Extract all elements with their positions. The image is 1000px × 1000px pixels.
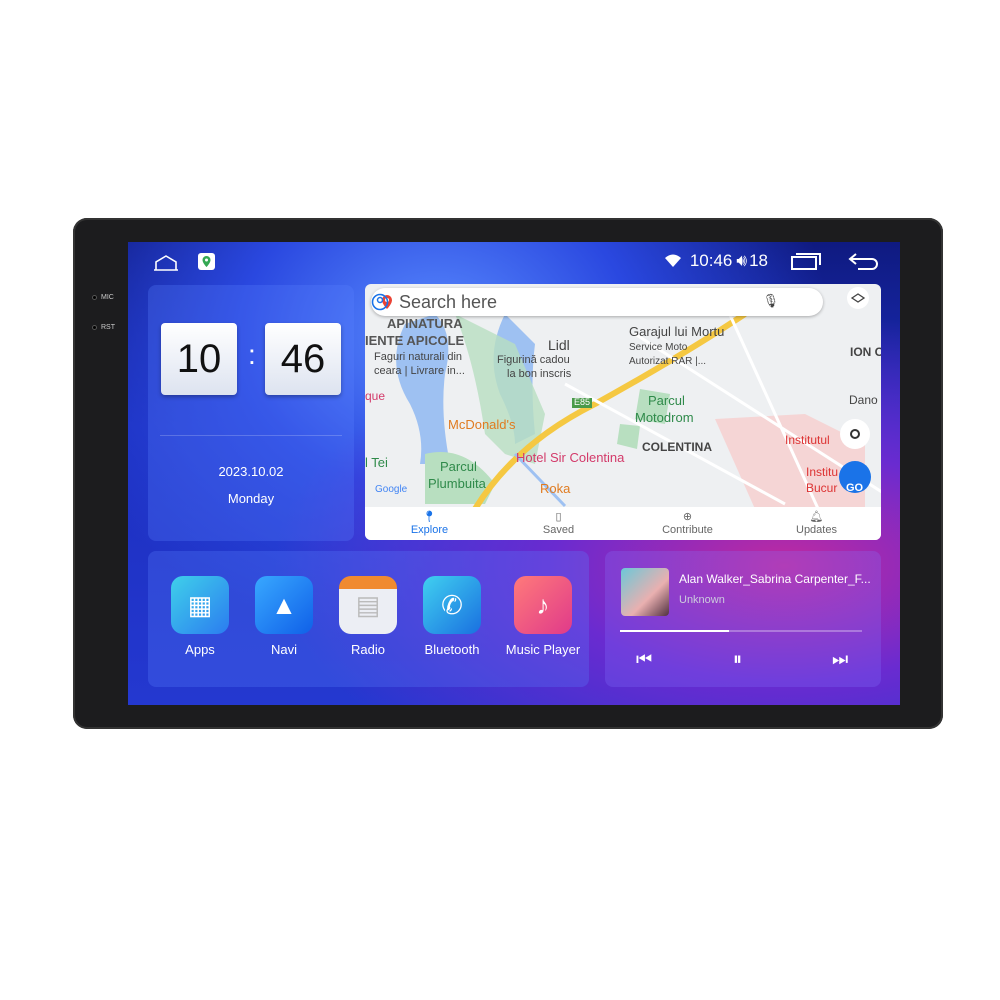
status-bar: 10:46 🔊︎ 18: [128, 242, 900, 282]
map-label: Plumbuita: [428, 476, 486, 491]
app-label: Music Player: [505, 642, 581, 657]
screen: 10:46 🔊︎ 18 10 : 46 2023.10.02 Monday Se…: [128, 242, 900, 705]
radio-icon: ▤: [339, 576, 397, 634]
app-label: Navi: [270, 642, 297, 657]
microphone-icon[interactable]: 🎙︎: [762, 293, 779, 309]
maps-widget[interactable]: Search here 🎙︎ APINATURA IENTE APICOLE F…: [365, 284, 881, 540]
go-label: GO: [846, 482, 864, 494]
navigation-arrow-icon: ▲: [255, 576, 313, 634]
app-apps[interactable]: ▦ Apps: [160, 576, 240, 657]
back-icon[interactable]: [848, 252, 880, 270]
weekday-text: Monday: [227, 491, 275, 506]
pause-button[interactable]: ⏸︎: [733, 649, 742, 670]
map-label: Roka: [540, 481, 571, 496]
map-label: Figurină cadou: [497, 354, 570, 366]
map-label: l Tei: [365, 455, 388, 470]
music-widget[interactable]: Alan Walker_Sabrina Carpenter_F... Unkno…: [605, 551, 881, 687]
my-location-button[interactable]: [840, 419, 870, 449]
map-label: Autorizat RAR |...: [629, 356, 707, 367]
map-label: ceara | Livrare in...: [374, 365, 465, 377]
phone-icon: ✆: [423, 576, 481, 634]
volume-icon[interactable]: 🔊︎: [736, 251, 747, 271]
layers-button[interactable]: [847, 287, 869, 309]
maps-bottom-nav: 📍︎ Explore ▯ Saved ⊕ Contribute 🔔︎ Updates: [365, 507, 881, 540]
map-label: Institutul: [785, 433, 830, 447]
volume-level: 18: [749, 251, 768, 270]
app-launcher: ▦ Apps ▲ Navi ▤ Radio ✆ Bluetooth ♪ Music Pla…: [148, 551, 589, 687]
road-shield: E85: [572, 397, 593, 408]
app-navi[interactable]: ▲ Navi: [244, 576, 324, 657]
pin-icon: 📍︎: [422, 511, 437, 523]
date-text: 2023.10.02: [218, 464, 284, 479]
app-label: Bluetooth: [424, 642, 480, 657]
map-label: Dano: [849, 393, 878, 407]
map-label: Lidl: [548, 337, 570, 353]
google-logo: Google: [375, 484, 408, 495]
mic-text: MIC: [101, 294, 114, 301]
map-label: COLENTINA: [642, 440, 712, 454]
bookmark-icon: ▯: [555, 511, 562, 523]
progress-bar[interactable]: [620, 630, 862, 632]
tab-label: Explore: [410, 524, 449, 536]
tab-label: Contribute: [662, 524, 713, 536]
maps-app-icon[interactable]: [198, 253, 215, 270]
wifi-icon: [664, 254, 681, 267]
search-placeholder: Search here: [399, 291, 498, 312]
music-note-icon: ♪: [514, 576, 572, 634]
tab-contribute[interactable]: ⊕ Contribute: [623, 507, 752, 540]
song-artist: Unknown: [679, 594, 725, 606]
tab-explore[interactable]: 📍︎ Explore: [365, 507, 494, 540]
clock-minutes: 46: [265, 323, 341, 395]
clock-widget[interactable]: 10 : 46 2023.10.02 Monday: [148, 285, 354, 541]
album-cover: [621, 568, 669, 616]
app-bluetooth[interactable]: ✆ Bluetooth: [412, 576, 492, 657]
map-label: Motodrom: [635, 410, 694, 425]
map-label: APINATURA: [387, 316, 463, 331]
map-label: que: [365, 389, 386, 403]
tab-label: Updates: [796, 524, 837, 536]
rst-text: RST: [101, 324, 115, 331]
status-time: 10:46: [689, 251, 733, 270]
clock-hours: 10: [161, 323, 237, 395]
reset-button[interactable]: RST: [92, 324, 115, 331]
map-label: Service Moto: [629, 342, 688, 353]
home-icon[interactable]: [152, 254, 180, 272]
map-label: Hotel Sir Colentina: [516, 450, 625, 465]
tab-saved[interactable]: ▯ Saved: [494, 507, 623, 540]
song-title: Alan Walker_Sabrina Carpenter_F...: [679, 572, 871, 586]
map-label: McDonald's: [448, 417, 516, 432]
tab-label: Saved: [542, 524, 575, 536]
map-label: Faguri naturali din: [374, 351, 463, 363]
divider: [160, 435, 342, 436]
grid-icon: ▦: [171, 576, 229, 634]
map-label: Parcul: [648, 393, 685, 408]
previous-button[interactable]: ⏮︎: [636, 649, 652, 670]
app-label: Apps: [185, 642, 215, 657]
plus-circle-icon: ⊕: [682, 511, 693, 523]
mic-label: MIC: [92, 294, 114, 301]
app-label: Radio: [351, 642, 385, 657]
map-label: ION C: [850, 345, 881, 359]
next-button[interactable]: ⏭︎: [832, 649, 848, 670]
map-search-input[interactable]: Search here 🎙︎: [371, 288, 823, 316]
app-music-player[interactable]: ♪ Music Player: [496, 576, 590, 657]
tab-updates[interactable]: 🔔︎ Updates: [752, 507, 881, 540]
progress-fill: [620, 630, 729, 632]
map-label: IENTE APICOLE: [365, 333, 465, 348]
map-label: Parcul: [440, 459, 477, 474]
map-label: Bucur: [806, 481, 838, 495]
recent-apps-icon[interactable]: [790, 252, 822, 270]
map-label: la bon inscris: [507, 368, 572, 380]
app-radio[interactable]: ▤ Radio: [328, 576, 408, 657]
bell-icon: 🔔︎: [809, 511, 824, 523]
map-label: Institu: [806, 465, 839, 479]
clock-separator: :: [248, 339, 256, 370]
account-icon[interactable]: [371, 293, 389, 311]
map-label: Garajul lui Mortu: [629, 324, 725, 339]
